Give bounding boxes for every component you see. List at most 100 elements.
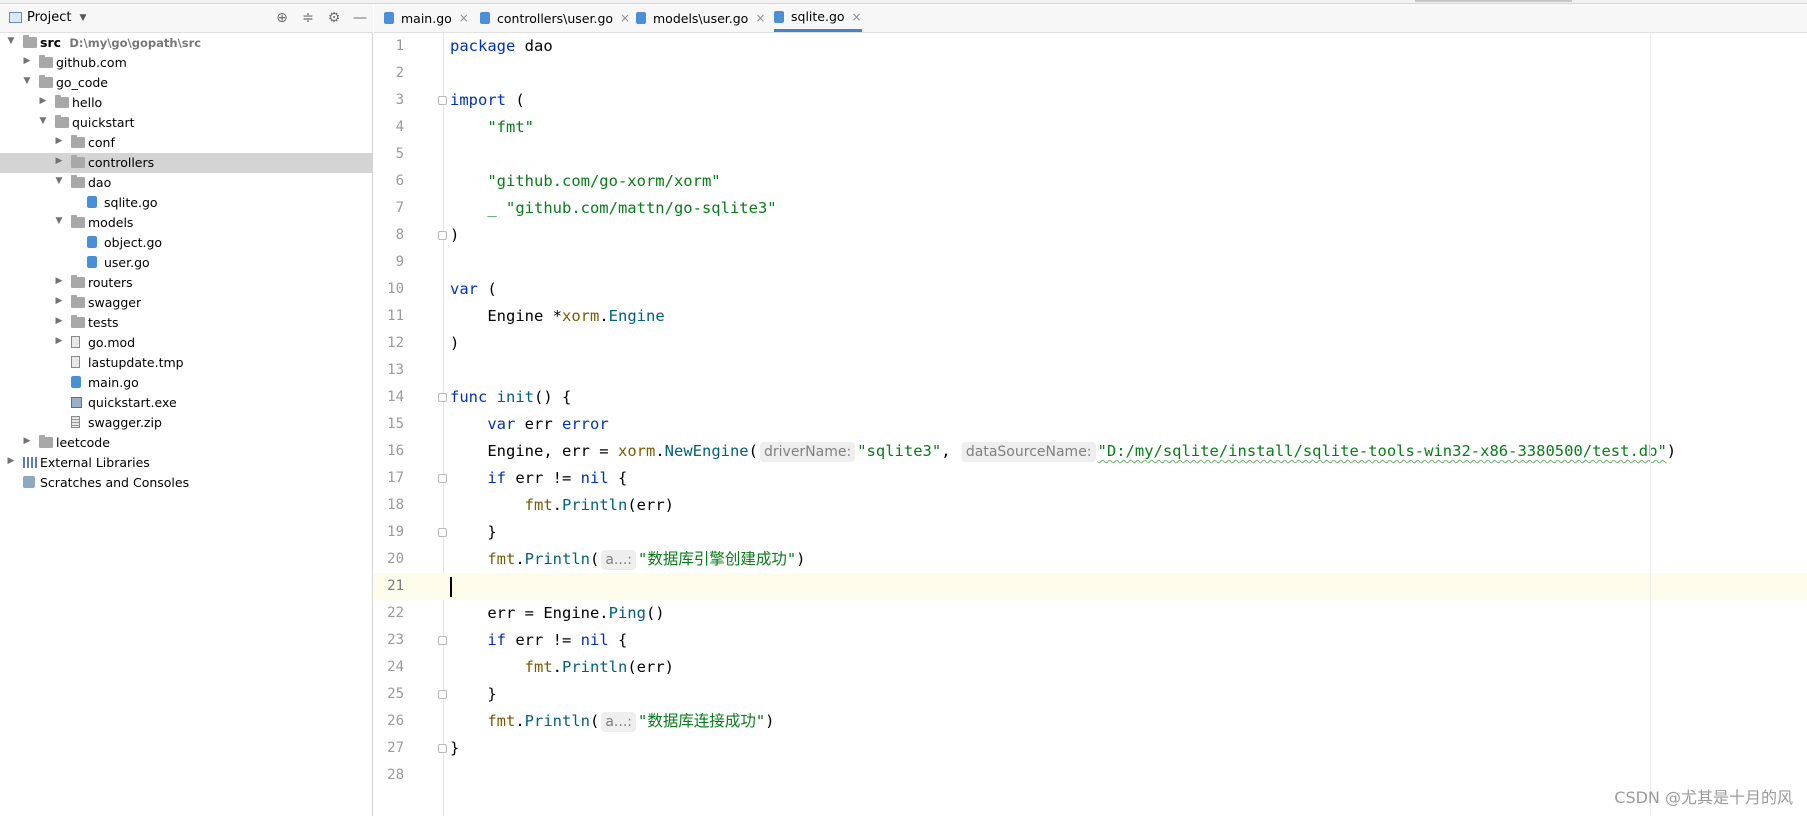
code-line[interactable]: "fmt" <box>450 114 1807 141</box>
tree-item-leetcode[interactable]: ▶ leetcode <box>0 433 372 453</box>
code-line[interactable]: fmt.Println(err) <box>450 492 1807 519</box>
tree-item-swagger-zip[interactable]: swagger.zip <box>0 413 372 433</box>
collapsed-arrow-icon[interactable]: ▶ <box>38 96 48 106</box>
collapsed-arrow-icon[interactable]: ▶ <box>22 56 32 66</box>
code-line[interactable] <box>450 60 1807 87</box>
close-tab-icon[interactable]: × <box>755 11 765 25</box>
tree-item-quickstart-exe[interactable]: quickstart.exe <box>0 393 372 413</box>
tree-item-models[interactable]: ▼ models <box>0 213 372 233</box>
fold-marker-icon[interactable] <box>438 474 447 483</box>
collapsed-arrow-icon[interactable]: ▶ <box>54 156 64 166</box>
tree-item-src[interactable]: ▼ src D:\my\go\gopath\src <box>0 33 372 53</box>
locate-icon[interactable]: ⊕ <box>269 8 295 28</box>
tree-item-swagger[interactable]: ▶ swagger <box>0 293 372 313</box>
code-line[interactable]: "github.com/go-xorm/xorm" <box>450 168 1807 195</box>
close-tab-icon[interactable]: × <box>459 11 469 25</box>
close-tab-icon[interactable]: × <box>620 11 630 25</box>
expanded-arrow-icon[interactable]: ▼ <box>22 76 32 86</box>
code-line[interactable]: ) <box>450 330 1807 357</box>
code-line[interactable]: func init() { <box>450 384 1807 411</box>
code-line[interactable]: if err != nil { <box>450 627 1807 654</box>
editor-tab[interactable]: main.go × <box>384 4 469 32</box>
collapsed-arrow-icon[interactable]: ▶ <box>54 316 64 326</box>
code-line[interactable] <box>450 573 1807 600</box>
code-token: error <box>562 415 609 433</box>
code-line[interactable] <box>450 357 1807 384</box>
code-line[interactable]: err = Engine.Ping() <box>450 600 1807 627</box>
code-token: if <box>487 631 506 649</box>
fold-marker-icon[interactable] <box>438 96 447 105</box>
collapsed-arrow-icon[interactable]: ▶ <box>54 276 64 286</box>
expanded-arrow-icon[interactable]: ▼ <box>6 36 16 46</box>
tree-item-external-libraries[interactable]: ▶ External Libraries <box>0 453 372 473</box>
code-line[interactable]: var err error <box>450 411 1807 438</box>
code-line[interactable]: var ( <box>450 276 1807 303</box>
collapsed-arrow-icon[interactable]: ▶ <box>54 296 64 306</box>
right-margin-guide <box>1650 33 1651 816</box>
tree-item-github-com[interactable]: ▶ github.com <box>0 53 372 73</box>
fold-marker-icon[interactable] <box>438 690 447 699</box>
code-token: (err) <box>627 496 674 514</box>
tree-item-object-go[interactable]: object.go <box>0 233 372 253</box>
tree-item-tests[interactable]: ▶ tests <box>0 313 372 333</box>
close-tab-icon[interactable]: × <box>852 10 862 24</box>
code-line[interactable]: Engine, err = xorm.NewEngine(driverName:… <box>450 438 1807 465</box>
fold-marker-icon[interactable] <box>438 393 447 402</box>
expanded-arrow-icon[interactable]: ▼ <box>54 216 64 226</box>
tree-item-lastupdate-tmp[interactable]: lastupdate.tmp <box>0 353 372 373</box>
code-line[interactable]: import ( <box>450 87 1807 114</box>
tree-item-label: leetcode <box>56 435 110 450</box>
tree-item-controllers[interactable]: ▶ controllers <box>0 153 372 173</box>
tree-item-go-code[interactable]: ▼ go_code <box>0 73 372 93</box>
project-view-selector[interactable]: Project ▼ <box>9 10 86 25</box>
tree-item-sqlite-go[interactable]: sqlite.go <box>0 193 372 213</box>
parameter-hint: dataSourceName: <box>961 442 1096 462</box>
code-line[interactable]: if err != nil { <box>450 465 1807 492</box>
tree-item-conf[interactable]: ▶ conf <box>0 133 372 153</box>
fold-marker-icon[interactable] <box>438 744 447 753</box>
code-line[interactable]: _ "github.com/mattn/go-sqlite3" <box>450 195 1807 222</box>
tree-item-quickstart[interactable]: ▼ quickstart <box>0 113 372 133</box>
code-line[interactable]: ) <box>450 222 1807 249</box>
gear-icon[interactable]: ⚙ <box>321 8 347 28</box>
code-token: ) <box>1666 442 1677 460</box>
editor-tab[interactable]: sqlite.go × <box>774 4 862 32</box>
minimize-icon[interactable]: — <box>347 8 373 28</box>
code-line[interactable]: } <box>450 735 1807 762</box>
tree-item-user-go[interactable]: user.go <box>0 253 372 273</box>
code-line[interactable]: package dao <box>450 33 1807 60</box>
code-line[interactable]: fmt.Println(err) <box>450 654 1807 681</box>
line-number: 24 <box>387 659 404 675</box>
code-token: "sqlite3" <box>857 442 942 460</box>
code-line[interactable]: Engine *xorm.Engine <box>450 303 1807 330</box>
project-panel: Project ▼ ⊕ ≑ ⚙ — ▼ src D:\my\go\gopath\s… <box>0 4 373 816</box>
folder-icon <box>71 155 85 168</box>
collapsed-arrow-icon[interactable]: ▶ <box>22 436 32 446</box>
collapsed-arrow-icon[interactable]: ▶ <box>54 136 64 146</box>
tree-item-label: swagger <box>88 295 142 310</box>
fold-marker-icon[interactable] <box>438 528 447 537</box>
tree-item-routers[interactable]: ▶ routers <box>0 273 372 293</box>
tree-item-hello[interactable]: ▶ hello <box>0 93 372 113</box>
code-line[interactable]: } <box>450 519 1807 546</box>
tree-item-go-mod[interactable]: ▶ go.mod <box>0 333 372 353</box>
expanded-arrow-icon[interactable]: ▼ <box>38 116 48 126</box>
code-line[interactable] <box>450 762 1807 789</box>
editor-tab[interactable]: models\user.go × <box>636 4 765 32</box>
collapsed-arrow-icon[interactable]: ▶ <box>54 336 64 346</box>
code-line[interactable] <box>450 249 1807 276</box>
collapse-all-icon[interactable]: ≑ <box>295 8 321 28</box>
editor-tab[interactable]: controllers\user.go × <box>480 4 630 32</box>
code-editor[interactable]: package dao import ( "fmt" "github.com/go… <box>444 33 1807 816</box>
tree-item-dao[interactable]: ▼ dao <box>0 173 372 193</box>
tree-item-scratches-and-consoles[interactable]: Scratches and Consoles <box>0 473 372 493</box>
expanded-arrow-icon[interactable]: ▼ <box>54 176 64 186</box>
collapsed-arrow-icon[interactable]: ▶ <box>6 456 16 466</box>
code-line[interactable]: fmt.Println(a...: "数据库连接成功") <box>450 708 1807 735</box>
code-line[interactable]: } <box>450 681 1807 708</box>
tree-item-main-go[interactable]: main.go <box>0 373 372 393</box>
fold-marker-icon[interactable] <box>438 231 447 240</box>
fold-marker-icon[interactable] <box>438 636 447 645</box>
code-line[interactable] <box>450 141 1807 168</box>
code-line[interactable]: fmt.Println(a...: "数据库引擎创建成功") <box>450 546 1807 573</box>
